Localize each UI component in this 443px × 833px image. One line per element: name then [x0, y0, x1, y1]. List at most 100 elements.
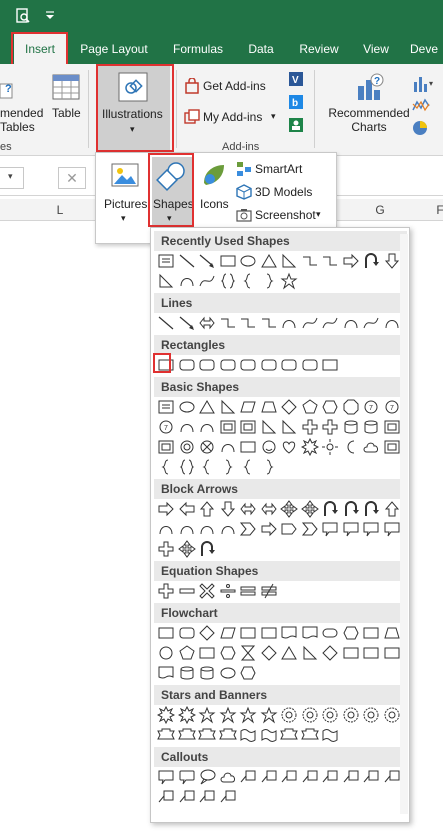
- shape-burst-icon[interactable]: [177, 706, 196, 724]
- shape-callout-icon[interactable]: [362, 520, 380, 538]
- shape-rect-icon[interactable]: [342, 644, 360, 662]
- shape-minus-icon[interactable]: [178, 582, 196, 600]
- shape-plus-icon[interactable]: [157, 582, 175, 600]
- shape-curve-icon[interactable]: [198, 520, 216, 538]
- shape-tri-icon[interactable]: [260, 252, 278, 270]
- shape-rect-icon[interactable]: [362, 624, 380, 642]
- shape-par-icon[interactable]: [239, 398, 257, 416]
- shape-star-icon[interactable]: [280, 272, 298, 290]
- shape-rect-icon[interactable]: [157, 624, 175, 642]
- shape-hex-icon[interactable]: [321, 398, 339, 416]
- shape-trap-icon[interactable]: [383, 624, 401, 642]
- shape-lbrace-icon[interactable]: [198, 458, 216, 476]
- shape-doc-icon[interactable]: [301, 624, 319, 642]
- column-chart-icon[interactable]: ▾: [412, 74, 434, 92]
- visio-icon[interactable]: V: [288, 71, 304, 87]
- shape-lcallout-icon[interactable]: [198, 788, 216, 806]
- shape-lcallout-icon[interactable]: [219, 788, 237, 806]
- recommended-charts-label[interactable]: Recommended Charts: [325, 106, 413, 134]
- shape-uturn-icon[interactable]: [321, 500, 339, 518]
- shape-curve-icon[interactable]: [178, 272, 196, 290]
- shape-cyl-icon[interactable]: [198, 664, 216, 682]
- shape-curve-icon[interactable]: [383, 314, 401, 332]
- shape-seal-icon[interactable]: [321, 706, 339, 724]
- shape-lbrace-icon[interactable]: [239, 272, 257, 290]
- line-chart-icon[interactable]: [412, 96, 434, 114]
- shape-uarrow-icon[interactable]: [198, 500, 216, 518]
- shape-ribbon-icon[interactable]: [280, 726, 298, 744]
- shape-plus-icon[interactable]: [157, 540, 175, 558]
- shape-callout-icon[interactable]: [342, 520, 360, 538]
- recommended-pivot-icon[interactable]: ?: [0, 80, 18, 102]
- shape-dia-icon[interactable]: [321, 644, 339, 662]
- shape-rbrace-icon[interactable]: [260, 458, 278, 476]
- store-icon[interactable]: [184, 77, 200, 94]
- shape-brace-icon[interactable]: [178, 458, 196, 476]
- shape-rcallout-icon[interactable]: [178, 768, 196, 786]
- shape-num-icon[interactable]: 7: [362, 398, 380, 416]
- shape-scurve-icon[interactable]: [198, 272, 216, 290]
- shape-tri-icon[interactable]: [198, 398, 216, 416]
- shape-arrowline-icon[interactable]: [198, 252, 216, 270]
- customize-qat-icon[interactable]: [44, 10, 56, 22]
- shape-circle-icon[interactable]: [157, 644, 175, 662]
- shape-rrect-icon[interactable]: [301, 356, 319, 374]
- shape-elbow-icon[interactable]: [301, 252, 319, 270]
- shape-ellipse-icon[interactable]: [239, 252, 257, 270]
- shape-uarrow-icon[interactable]: [383, 500, 401, 518]
- recommended-charts-icon[interactable]: ?: [355, 72, 385, 102]
- shape-lcallout-icon[interactable]: [321, 768, 339, 786]
- shape-eq-icon[interactable]: [239, 582, 257, 600]
- shape-rbrace-icon[interactable]: [260, 272, 278, 290]
- gallery-scrollbar[interactable]: [400, 234, 408, 814]
- shapes-button[interactable]: Shapes ▾: [152, 157, 194, 225]
- screenshot-label[interactable]: Screenshot: [255, 208, 316, 222]
- shape-star-icon[interactable]: [198, 706, 216, 724]
- shape-rect-icon[interactable]: [239, 438, 257, 456]
- shape-heart-icon[interactable]: [280, 438, 298, 456]
- shape-hglass-icon[interactable]: [239, 644, 257, 662]
- shape-rect-icon[interactable]: [362, 644, 380, 662]
- shape-num-icon[interactable]: 7: [157, 418, 175, 436]
- column-header-l[interactable]: L: [30, 199, 90, 221]
- shape-hex-icon[interactable]: [219, 644, 237, 662]
- shape-curve-icon[interactable]: [178, 520, 196, 538]
- shape-doc-icon[interactable]: [157, 664, 175, 682]
- tab-page-layout[interactable]: Page Layout: [73, 34, 155, 64]
- shape-trap-icon[interactable]: [260, 398, 278, 416]
- illustrations-button[interactable]: Illustrations ▾: [98, 66, 170, 150]
- shape-rtri-icon[interactable]: [280, 418, 298, 436]
- shape-curve-icon[interactable]: [342, 314, 360, 332]
- shape-lbrace-icon[interactable]: [157, 458, 175, 476]
- shape-rarrow-icon[interactable]: [342, 252, 360, 270]
- tab-developer[interactable]: Deve: [410, 34, 443, 64]
- get-addins-label[interactable]: Get Add-ins: [203, 79, 266, 93]
- shape-rtri-icon[interactable]: [219, 398, 237, 416]
- shape-rtri-icon[interactable]: [280, 252, 298, 270]
- shape-frame-icon[interactable]: [219, 418, 237, 436]
- shape-dia-icon[interactable]: [260, 644, 278, 662]
- shape-par-icon[interactable]: [219, 624, 237, 642]
- shape-uturn-icon[interactable]: [198, 540, 216, 558]
- shape-darrow-icon[interactable]: [219, 500, 237, 518]
- shape-curve-icon[interactable]: [157, 520, 175, 538]
- shape-lcallout-icon[interactable]: [362, 768, 380, 786]
- shape-pentarrow-icon[interactable]: [280, 520, 298, 538]
- shape-rrect-icon[interactable]: [280, 356, 298, 374]
- shape-seal-icon[interactable]: [362, 706, 380, 724]
- shape-frame-icon[interactable]: [383, 418, 401, 436]
- shape-cloud-icon[interactable]: [219, 768, 237, 786]
- tab-formulas[interactable]: Formulas: [165, 34, 231, 64]
- shape-pent-icon[interactable]: [301, 398, 319, 416]
- shape-scurve-icon[interactable]: [301, 314, 319, 332]
- shape-lrarrow-icon[interactable]: [260, 500, 278, 518]
- shape-lcallout-icon[interactable]: [280, 768, 298, 786]
- shape-ellipse-icon[interactable]: [178, 398, 196, 416]
- my-addins-icon[interactable]: [184, 109, 200, 125]
- shape-oct-icon[interactable]: [342, 398, 360, 416]
- shape-rect-icon[interactable]: [239, 624, 257, 642]
- shape-lrarrow-icon[interactable]: [198, 314, 216, 332]
- shape-rrect-icon[interactable]: [260, 356, 278, 374]
- shape-curve-icon[interactable]: [280, 314, 298, 332]
- shape-lrarrow-icon[interactable]: [239, 500, 257, 518]
